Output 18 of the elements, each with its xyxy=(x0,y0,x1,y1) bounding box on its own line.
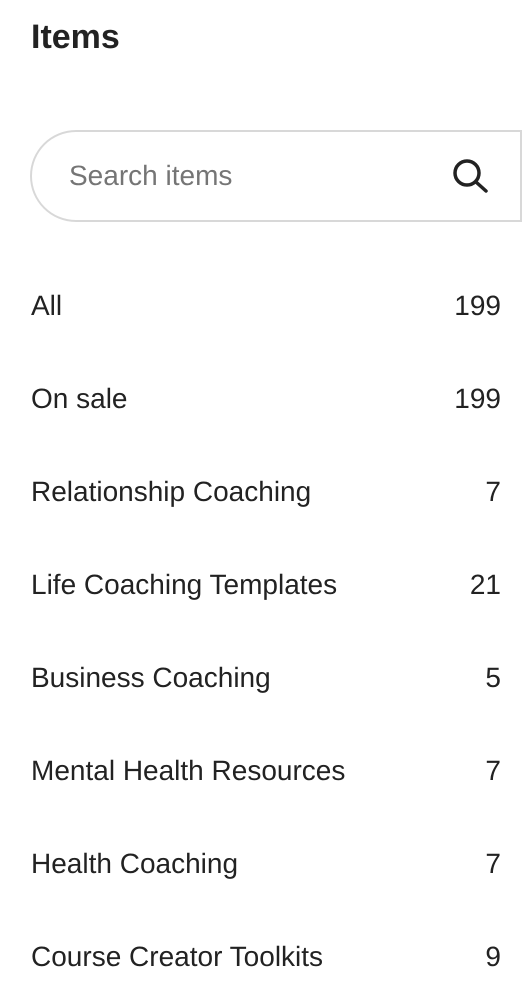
item-count: 9 xyxy=(485,940,501,974)
item-count: 199 xyxy=(454,382,501,416)
item-count: 21 xyxy=(470,568,501,602)
page-title: Items xyxy=(31,17,121,58)
category-link[interactable]: On sale xyxy=(31,378,128,420)
category-link[interactable]: Mental Health Resources xyxy=(31,750,346,792)
item-count: 5 xyxy=(485,660,501,694)
item-count: 7 xyxy=(485,474,501,508)
search-field[interactable]: Search items xyxy=(30,130,522,222)
category-link[interactable]: All xyxy=(31,284,62,326)
item-count: 199 xyxy=(454,288,501,322)
category-link[interactable]: Business Coaching xyxy=(31,656,271,698)
category-link[interactable]: Health Coaching xyxy=(31,842,238,884)
category-link[interactable]: Life Coaching Templates xyxy=(31,564,338,606)
item-count: 7 xyxy=(485,754,501,788)
category-link[interactable]: Course Creator Toolkits xyxy=(31,936,324,978)
category-link[interactable]: Relationship Coaching xyxy=(31,470,312,512)
item-count: 7 xyxy=(485,846,501,880)
